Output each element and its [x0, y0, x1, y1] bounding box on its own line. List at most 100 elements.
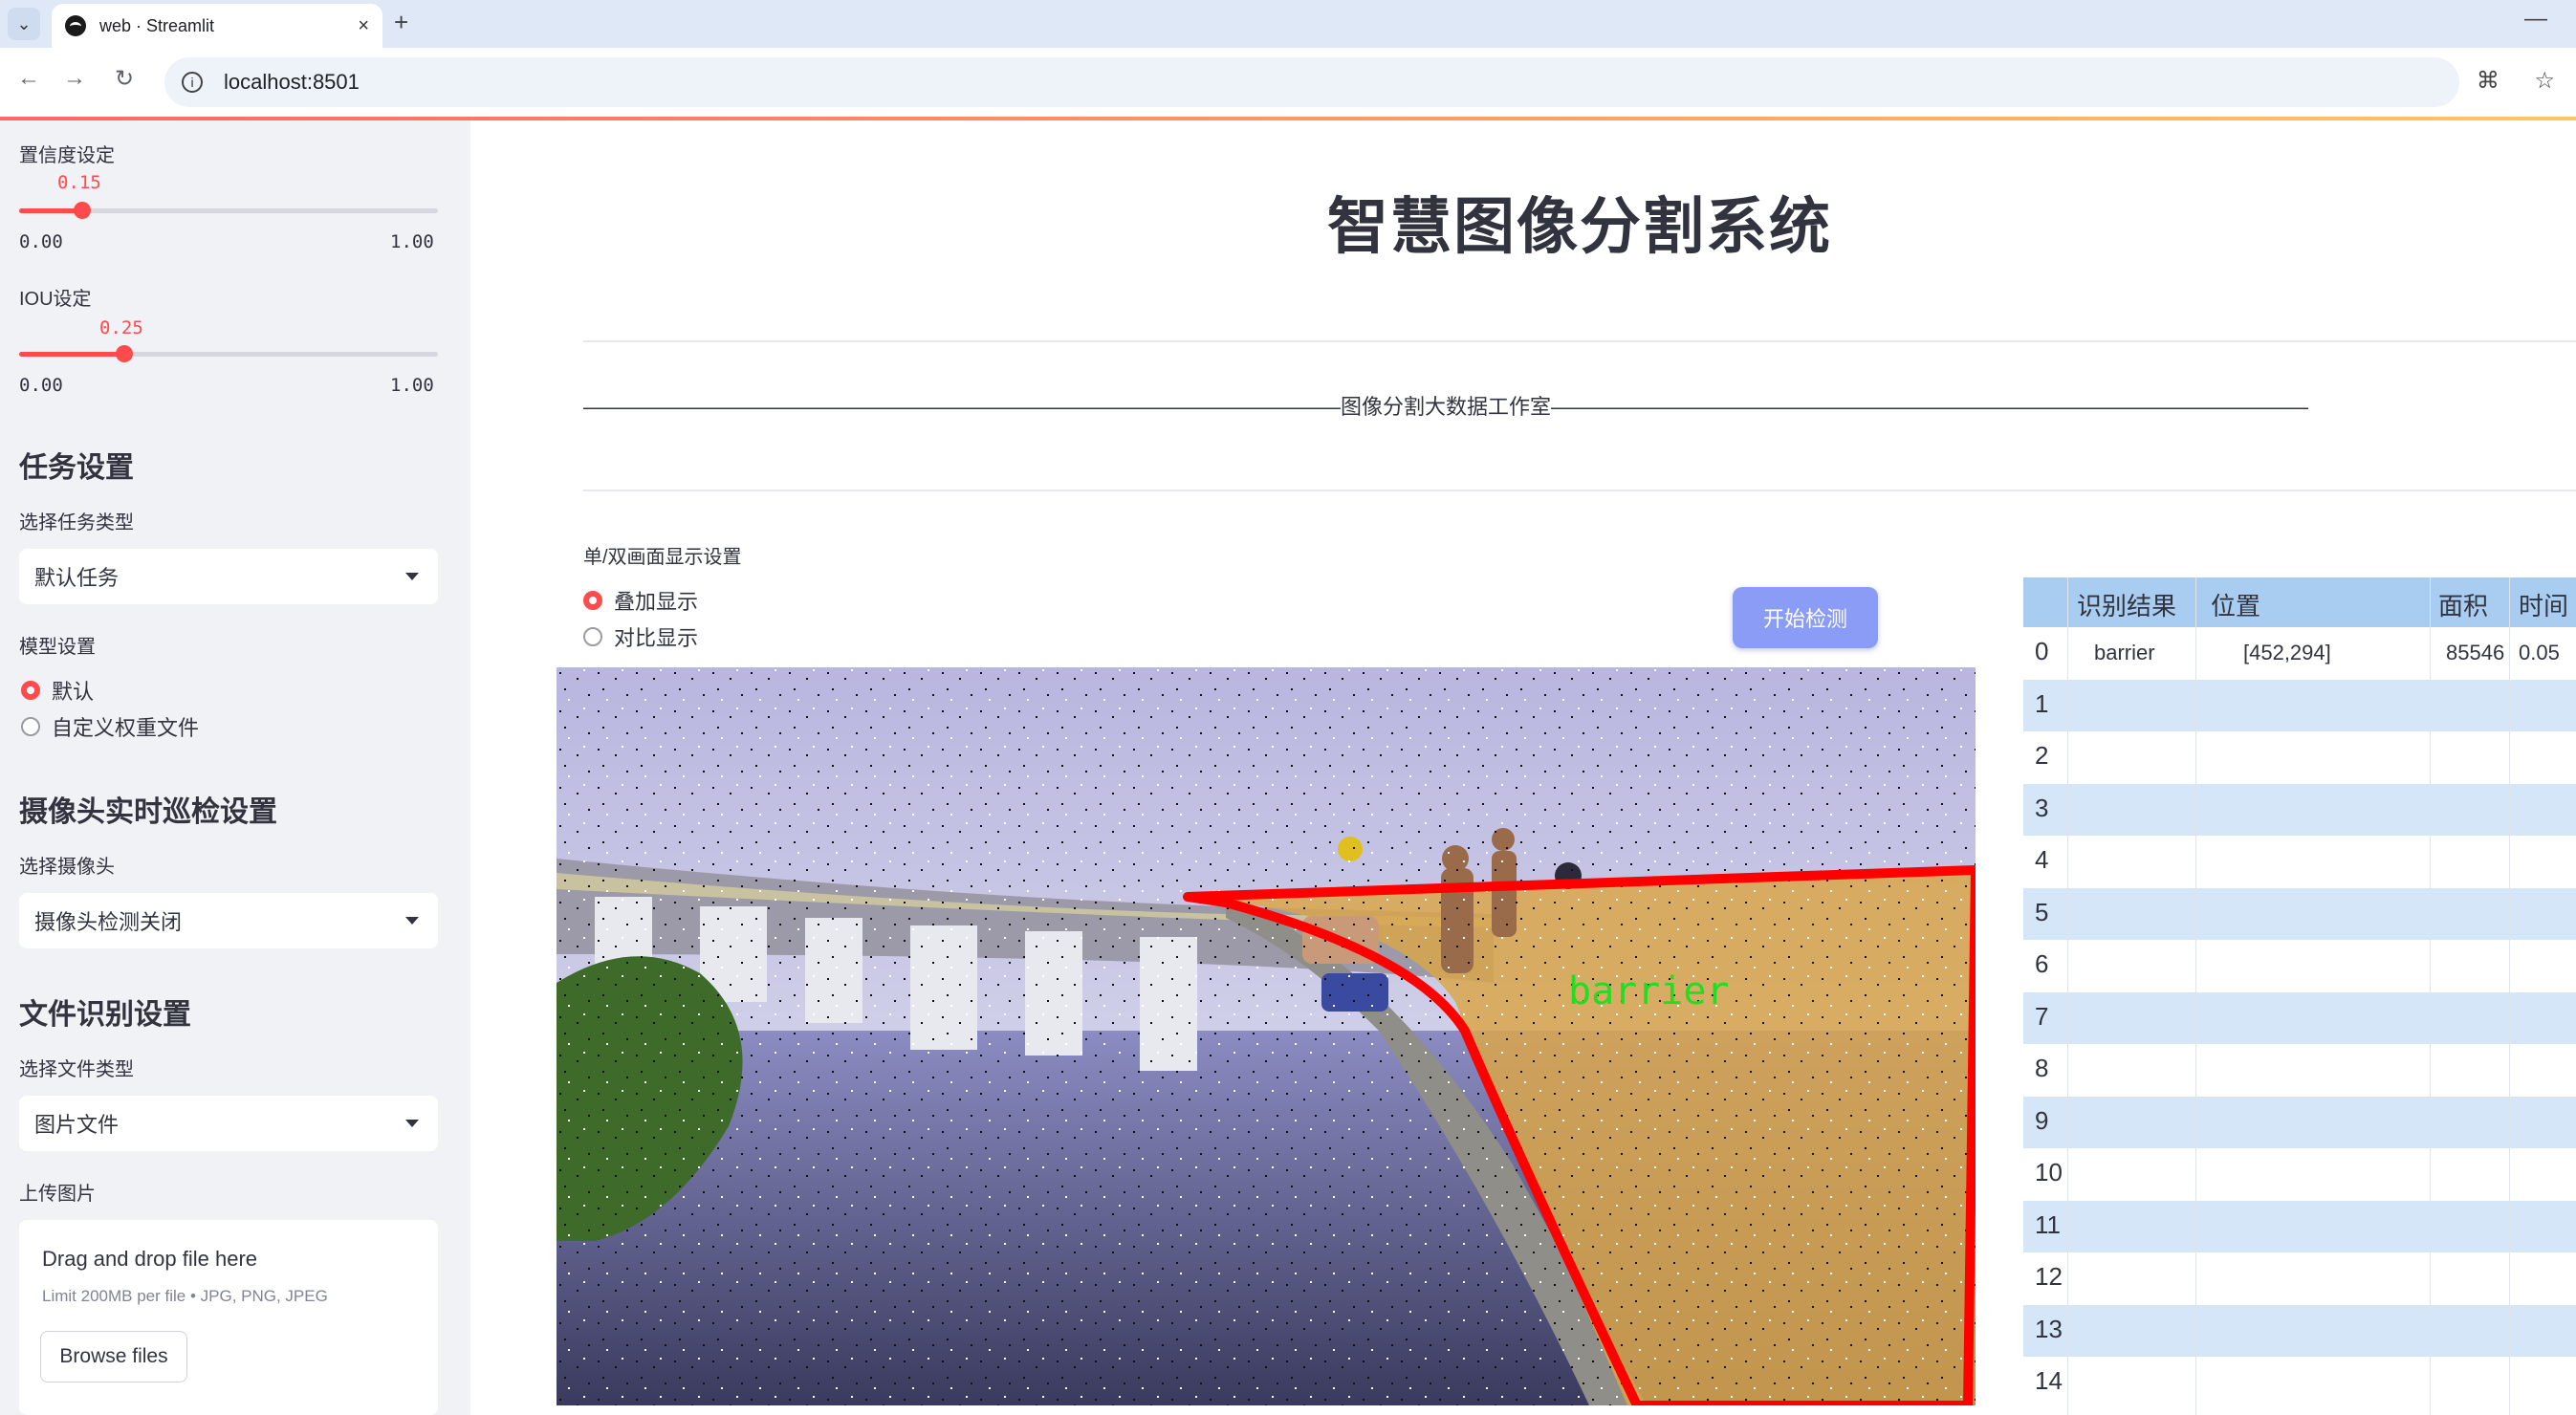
divider — [583, 340, 2576, 342]
table-row[interactable]: 6 — [2023, 940, 2576, 991]
task-settings-heading: 任务设置 — [19, 452, 134, 484]
browser-tab[interactable]: web · Streamlit × — [52, 4, 382, 48]
row-index: 5 — [2035, 897, 2049, 926]
task-type-label: 选择任务类型 — [19, 512, 134, 533]
cell-area: 85546 — [2446, 641, 2505, 664]
confidence-min: 0.00 — [19, 231, 63, 252]
table-row[interactable]: 13 — [2023, 1304, 2576, 1357]
url-text: localhost:8501 — [224, 70, 360, 94]
streamlit-favicon-icon — [65, 15, 86, 36]
iou-slider-fill — [19, 352, 124, 357]
tab-menu-icon[interactable]: ⌄ — [8, 8, 40, 40]
column-header-time[interactable]: 时间 — [2519, 587, 2568, 622]
site-info-icon[interactable]: i — [182, 72, 203, 93]
model-option-label: 默认 — [52, 680, 95, 704]
row-index: 0 — [2035, 637, 2049, 665]
radio-unselected-icon — [583, 627, 602, 646]
row-index: 10 — [2035, 1158, 2063, 1186]
table-row[interactable]: 7 — [2023, 991, 2576, 1044]
row-index: 8 — [2035, 1054, 2049, 1082]
cell-position: [452,294] — [2243, 641, 2331, 664]
confidence-max: 1.00 — [390, 231, 434, 252]
confidence-slider[interactable] — [19, 202, 438, 219]
radio-selected-icon — [583, 591, 602, 610]
column-header-result[interactable]: 识别结果 — [2077, 587, 2176, 622]
column-divider — [2195, 577, 2196, 1415]
camera-label: 选择摄像头 — [19, 857, 115, 878]
detection-class-label: barrier — [1568, 969, 1730, 1013]
table-row[interactable]: 4 — [2023, 836, 2576, 887]
row-index: 13 — [2035, 1314, 2063, 1343]
confidence-slider-handle[interactable] — [73, 202, 91, 219]
browser-tab-bar: ⌄ web · Streamlit × + — — [0, 0, 2576, 48]
radio-selected-icon — [21, 681, 40, 700]
minimize-window-icon[interactable]: — — [2524, 6, 2547, 33]
model-radio-custom[interactable]: 自定义权重文件 — [21, 711, 199, 742]
table-row[interactable]: 3 — [2023, 783, 2576, 836]
table-row[interactable]: 5 — [2023, 887, 2576, 940]
row-index: 1 — [2035, 688, 2049, 718]
iou-slider-handle[interactable] — [115, 345, 133, 362]
column-header-area[interactable]: 面积 — [2438, 587, 2488, 622]
model-radio-default[interactable]: 默认 — [21, 675, 94, 706]
table-row[interactable]: 12 — [2023, 1252, 2576, 1304]
chevron-down-icon — [405, 573, 419, 580]
back-icon[interactable]: ← — [17, 65, 40, 92]
iou-label: IOU设定 — [19, 289, 92, 310]
confidence-slider-fill — [19, 208, 82, 213]
column-divider — [2430, 577, 2431, 1415]
translate-icon[interactable]: ⌘ — [2477, 68, 2500, 94]
main-content: 智慧图像分割系统 ———————————————————————————————… — [470, 120, 2576, 1415]
row-index: 6 — [2035, 949, 2049, 978]
table-row[interactable]: 11 — [2023, 1200, 2576, 1252]
row-index: 14 — [2035, 1366, 2063, 1395]
table-row[interactable]: 10 — [2023, 1148, 2576, 1200]
file-dropzone[interactable]: Drag and drop file here Limit 200MB per … — [19, 1220, 438, 1415]
display-option-label: 对比显示 — [614, 626, 699, 650]
close-tab-icon[interactable]: × — [358, 15, 369, 37]
file-type-label: 选择文件类型 — [19, 1059, 134, 1080]
table-row[interactable]: 9 — [2023, 1096, 2576, 1148]
model-option-label: 自定义权重文件 — [52, 716, 200, 740]
url-input[interactable]: i localhost:8501 — [164, 57, 2459, 107]
iou-slider[interactable] — [19, 345, 438, 362]
iou-min: 0.00 — [19, 375, 63, 396]
divider — [583, 490, 2576, 491]
results-table[interactable]: 识别结果 位置 面积 时间 0 barrier [452,294] 85546 0.05… — [2023, 577, 2576, 1415]
row-index: 11 — [2035, 1209, 2061, 1239]
chevron-down-icon — [405, 1120, 419, 1127]
reload-icon[interactable]: ↻ — [115, 65, 134, 93]
task-type-value: 默认任务 — [34, 566, 120, 590]
table-row[interactable]: 14 — [2023, 1357, 2576, 1408]
confidence-label: 置信度设定 — [19, 145, 115, 166]
table-row[interactable]: 0 barrier [452,294] 85546 0.05 — [2023, 627, 2576, 679]
bookmark-star-icon[interactable]: ☆ — [2534, 68, 2555, 94]
tab-title: web · Streamlit — [99, 15, 215, 35]
start-detection-button[interactable]: 开始检测 — [1733, 587, 1878, 648]
row-index: 7 — [2035, 1001, 2049, 1031]
browser-address-bar: ← → ↻ i localhost:8501 ⌘ ☆ — [0, 48, 2576, 117]
display-option-label: 叠加显示 — [614, 590, 699, 614]
column-divider — [2509, 577, 2510, 1415]
task-type-select[interactable]: 默认任务 — [19, 549, 438, 604]
file-type-select[interactable]: 图片文件 — [19, 1096, 438, 1151]
confidence-value: 0.15 — [57, 172, 101, 193]
display-radio-compare[interactable]: 对比显示 — [583, 621, 698, 652]
camera-value: 摄像头检测关闭 — [34, 910, 183, 934]
table-row[interactable]: 1 — [2023, 679, 2576, 731]
result-image-canvas: barrier — [557, 667, 1976, 1405]
column-header-position[interactable]: 位置 — [2211, 587, 2260, 622]
cell-time: 0.05 — [2519, 641, 2560, 664]
studio-banner: ————————————————————————————————————图像分割… — [583, 395, 2309, 419]
display-radio-overlay[interactable]: 叠加显示 — [583, 585, 698, 616]
forward-icon[interactable]: → — [63, 65, 86, 92]
dropzone-limit: Limit 200MB per file • JPG, PNG, JPEG — [42, 1287, 328, 1305]
model-settings-label: 模型设置 — [19, 637, 96, 658]
camera-settings-heading: 摄像头实时巡检设置 — [19, 796, 277, 828]
table-row[interactable]: 8 — [2023, 1044, 2576, 1096]
browse-files-button[interactable]: Browse files — [40, 1331, 187, 1382]
table-row[interactable]: 2 — [2023, 731, 2576, 783]
camera-select[interactable]: 摄像头检测关闭 — [19, 893, 438, 948]
iou-value: 0.25 — [99, 317, 143, 338]
new-tab-icon[interactable]: + — [394, 8, 408, 37]
